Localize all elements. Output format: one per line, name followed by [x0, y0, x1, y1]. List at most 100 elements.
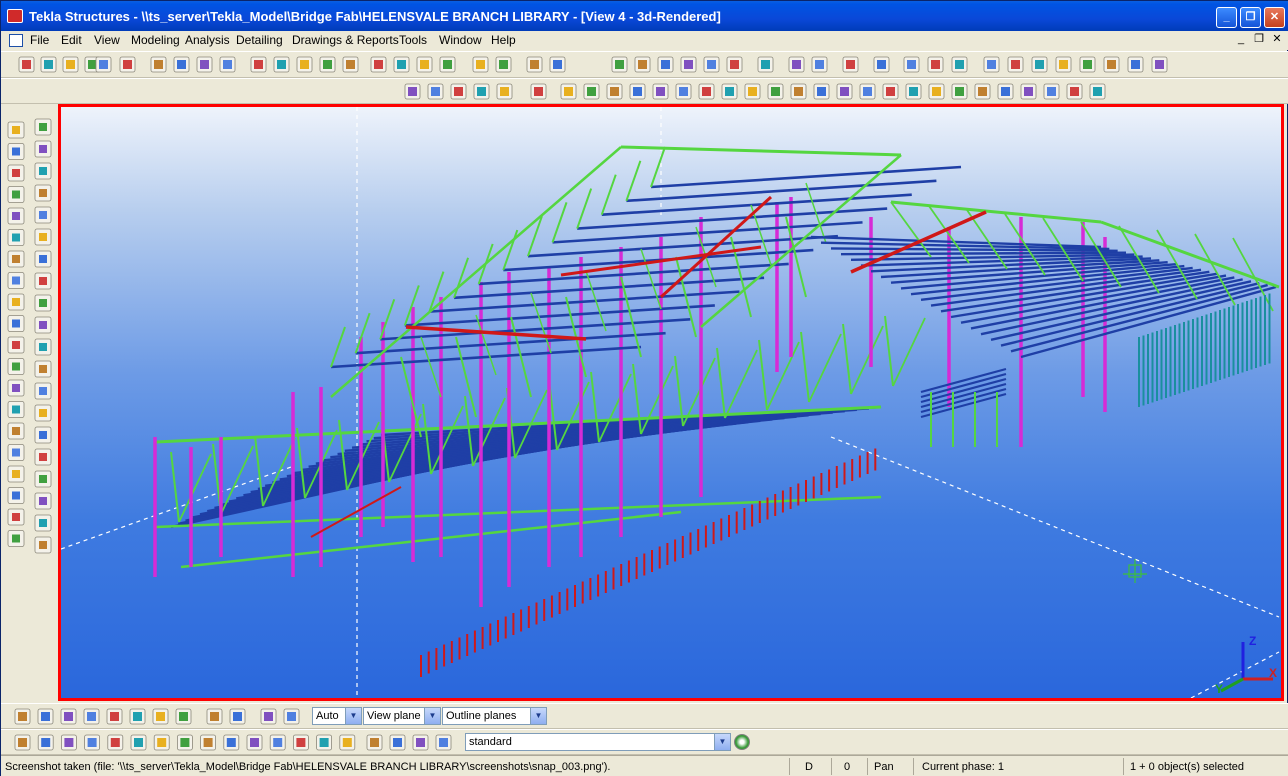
snap-switch-glyph-4 — [110, 712, 119, 721]
modeling-tool-left-glyph-16 — [12, 470, 20, 478]
selection-switch-glyph-10 — [250, 738, 259, 747]
modeling-tool-left-glyph-18 — [12, 513, 20, 521]
modeling-tool-left-glyph-5 — [12, 233, 20, 242]
menu-window[interactable]: Window — [439, 33, 482, 47]
selection-switch-glyph-5 — [134, 738, 143, 747]
chevron-down-icon[interactable]: ▼ — [714, 734, 730, 750]
selection-toolbar-icons — [14, 734, 452, 751]
edit-tool-glyph-0 — [154, 60, 163, 69]
modeling-tool-left-glyph-6 — [12, 255, 20, 263]
chevron-down-icon[interactable]: ▼ — [345, 708, 361, 724]
snap-switch-glyph-6 — [156, 712, 165, 721]
clash-tool-glyph-0 — [877, 60, 886, 69]
snap-point-glyph-16 — [932, 87, 941, 96]
pick-tool-glyph-0 — [761, 60, 770, 69]
snap-point-glyph-11 — [817, 87, 826, 96]
selection-extra-glyph-2 — [416, 738, 425, 747]
view-tool-glyph-4 — [346, 60, 355, 69]
snap-point-glyph-23 — [1093, 87, 1102, 96]
component-tool-glyph-0 — [530, 60, 539, 69]
snap-toolbar: Auto ▼ View plane ▼ Outline planes ▼ — [1, 703, 1288, 729]
view-number-glyph-0 — [534, 87, 543, 96]
menu-view[interactable]: View — [94, 33, 120, 47]
plane-select[interactable]: View plane ▼ — [363, 707, 441, 725]
snap-switch-glyph-3 — [87, 712, 96, 721]
report-tool-glyph-7 — [1155, 60, 1164, 69]
status-phase: Current phase: 1 — [922, 761, 1004, 773]
depth-select[interactable]: Auto ▼ — [312, 707, 362, 725]
selection-filter-select[interactable]: standard ▼ — [465, 733, 731, 751]
menu-edit[interactable]: Edit — [61, 33, 82, 47]
snap-point-glyph-19 — [1001, 87, 1010, 96]
model-view-3d[interactable]: Z X Y — [58, 104, 1284, 701]
model-scene[interactable]: Z X Y — [61, 107, 1281, 698]
select-tool-glyph-0 — [374, 60, 383, 69]
snap-switch-glyph-0 — [18, 712, 27, 721]
menu-detailing[interactable]: Detailing — [236, 33, 283, 47]
menu-tools[interactable]: Tools — [399, 33, 427, 47]
snap-point-glyph-0 — [564, 87, 573, 96]
minimize-button[interactable]: _ — [1216, 7, 1237, 28]
undo-redo-glyph-1 — [123, 60, 132, 69]
selection-switch-glyph-1 — [41, 738, 51, 747]
selection-switch-glyph-4 — [110, 738, 120, 747]
modeling-tool-right-glyph-13 — [39, 409, 47, 417]
status-bar: Screenshot taken (file: '\\ts_server\Tek… — [1, 755, 1288, 776]
svg-text:X: X — [1269, 666, 1277, 680]
status-selection: 1 + 0 object(s) selected — [1130, 761, 1245, 773]
copy-tool-glyph-1 — [815, 60, 824, 69]
modeling-tool-left-glyph-4 — [12, 212, 20, 220]
view-nav-glyph-2 — [454, 87, 463, 96]
clip-tool-glyph-0 — [476, 60, 485, 69]
measure-tool-glyph-3 — [684, 60, 693, 69]
tekla-logo-icon — [7, 9, 23, 23]
menu-analysis[interactable]: Analysis — [185, 33, 230, 47]
view-tool-glyph-2 — [300, 60, 309, 69]
menu-modeling[interactable]: Modeling — [131, 33, 180, 47]
modeling-palette — [1, 104, 58, 704]
snap-point-glyph-12 — [840, 87, 849, 96]
filter-settings-icon[interactable] — [734, 734, 750, 750]
snap-point-glyph-7 — [725, 87, 734, 96]
snap-point-glyph-9 — [771, 87, 780, 96]
mdi-restore-button[interactable]: ❐ — [1251, 33, 1267, 47]
status-zero: 0 — [844, 761, 851, 773]
snap-point-glyph-22 — [1070, 87, 1079, 96]
status-pan: Pan — [874, 761, 894, 773]
modeling-tool-right-glyph-1 — [39, 145, 47, 153]
document-icon[interactable] — [9, 34, 23, 47]
selection-switch-glyph-12 — [296, 738, 306, 747]
modeling-tool-left-glyph-2 — [12, 169, 20, 177]
selection-switch-glyph-14 — [342, 738, 352, 747]
menu-drawings-reports[interactable]: Drawings & Reports — [292, 33, 399, 47]
edit-tool-glyph-2 — [200, 60, 209, 69]
snap-switch-glyph-2 — [64, 712, 73, 721]
snap-switch-glyph-1 — [41, 712, 50, 721]
modeling-tool-right-glyph-11 — [39, 365, 47, 373]
snap-mode-glyph-0 — [264, 712, 273, 721]
view-nav-glyph-4 — [500, 87, 509, 96]
planes-mode-select-value: Outline planes — [446, 710, 517, 722]
report-tool-glyph-3 — [1059, 60, 1068, 69]
maximize-button[interactable]: ❐ — [1240, 7, 1261, 28]
modeling-tool-left-glyph-15 — [12, 448, 20, 457]
chevron-down-icon[interactable]: ▼ — [424, 708, 440, 724]
menu-file[interactable]: File — [30, 33, 49, 47]
menu-help[interactable]: Help — [491, 33, 516, 47]
select-tool-glyph-2 — [420, 60, 429, 69]
snap-point-glyph-8 — [748, 87, 757, 96]
inquire-tool-glyph-0 — [907, 60, 916, 69]
modeling-tool-right-glyph-12 — [39, 387, 47, 395]
file-tool-glyph-1 — [44, 60, 53, 69]
selection-switch-glyph-8 — [203, 738, 213, 747]
measure-tool-glyph-4 — [707, 60, 716, 69]
modeling-tool-left-glyph-13 — [12, 405, 20, 414]
close-button[interactable]: ✕ — [1264, 7, 1285, 28]
chevron-down-icon[interactable]: ▼ — [530, 708, 546, 724]
mdi-minimize-button[interactable]: _ — [1233, 33, 1249, 47]
mdi-close-button[interactable]: ✕ — [1269, 33, 1285, 47]
planes-mode-select[interactable]: Outline planes ▼ — [442, 707, 547, 725]
report-tool-glyph-5 — [1107, 60, 1116, 69]
snap-point-glyph-14 — [886, 87, 895, 96]
tekla-window: Tekla Structures - \\ts_server\Tekla_Mod… — [0, 0, 1288, 776]
